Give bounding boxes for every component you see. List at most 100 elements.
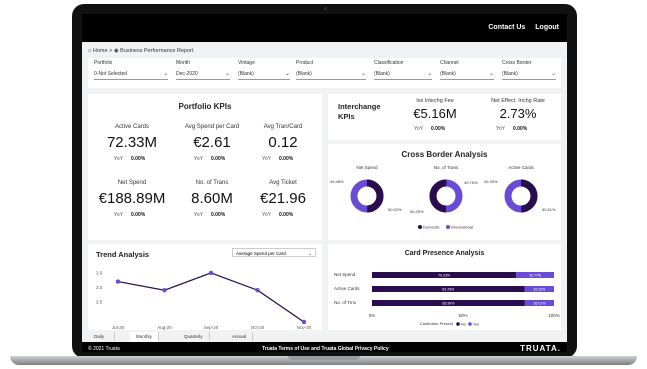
chevron-down-icon: ⌄ [224, 71, 230, 77]
filter-value: 0-Not Selected [94, 71, 128, 77]
logout-link[interactable]: Logout [535, 24, 559, 31]
filter-value: (Blank) [238, 71, 254, 77]
yoy-value: 0.00% [211, 212, 226, 218]
filter-product[interactable]: Product (Blank) ⌄ [296, 60, 366, 80]
donut-right-pct: 50.61% [542, 207, 556, 212]
donut-left-pct: 49.48% [330, 179, 344, 184]
bar-data-label: 83.78% [442, 287, 454, 291]
cross-border-donuts: Net Spend 49.48% 50.52% No. of Trans 50.… [330, 165, 556, 230]
footer-links[interactable]: Truata Terms of Use and Truata Global Pr… [262, 346, 389, 352]
filter-value: (Blank) [296, 71, 312, 77]
yoy-label: YoY [262, 212, 271, 218]
truata-logo: TRUATA. [520, 344, 561, 352]
home-icon[interactable]: ⌂ [88, 48, 91, 54]
trend-series-line [117, 272, 305, 323]
yoy-value: 0.00% [131, 156, 146, 162]
trend-analysis-card: Trend Analysis Average Spend per Card ⌄ … [88, 244, 322, 330]
report-icon: ◉ [113, 48, 119, 54]
kpi-label: Net Effect. Inchg Rate [491, 98, 545, 104]
x-tick-label: 100% [548, 313, 560, 318]
portfolio-kpis-card: Portfolio KPIs Active Cards 72.33M YoY 0.… [88, 94, 322, 240]
donut-left-pct: 50.25% [410, 209, 424, 214]
bar-data-label: 79.23% [438, 273, 450, 277]
breadcrumb-home[interactable]: Home [93, 48, 108, 54]
y-tick-label: 2.5 [96, 299, 103, 304]
yoy-label: YoY [262, 156, 271, 162]
donut-right-pct: 49.75% [464, 180, 478, 185]
trend-point [162, 288, 167, 293]
app-screen: Contact Us Logout ⌂ Home > ◉ Business Pe… [82, 14, 567, 352]
tab-daily-report[interactable]: Daily Report [88, 332, 115, 348]
bar-data-label: 16.01% [533, 301, 545, 305]
filter-value: Dec-2020 [176, 71, 198, 77]
breadcrumb-separator: > [109, 48, 113, 54]
kpi-value: €188.89M [98, 190, 166, 207]
bar-data-label: 83.99% [442, 301, 454, 305]
laptop-notch [288, 356, 360, 360]
kpi-yoy: YoY 0.00% [194, 156, 225, 162]
x-tick-label: Sep-20 [204, 325, 219, 330]
chevron-down-icon: ⌄ [162, 71, 168, 77]
contact-us-link[interactable]: Contact Us [488, 24, 525, 31]
donut-label: Active Cards [508, 165, 534, 170]
donut-label: Net Spend [356, 165, 378, 170]
chevron-down-icon: ⌄ [488, 71, 494, 77]
yoy-value: 0.00% [211, 156, 226, 162]
camera-dot [324, 7, 327, 10]
bar-category-label: Active Cards [334, 286, 360, 291]
donut-legend: Domestic International [418, 225, 473, 230]
filter-label: Portfolio [94, 60, 113, 66]
card-presence-bar-chart: Net Spend 79.23% 20.77% Active Cards 83.78% 1… [334, 272, 560, 326]
filter-vintage[interactable]: Vintage (Blank) ⌄ [238, 60, 290, 80]
tab-monthly-report[interactable]: Monthly Report [130, 332, 159, 348]
trend-point [208, 270, 214, 276]
interchange-kpis-card: Interchange KPIs Iss Intechg Fee €5.16M … [328, 94, 561, 140]
breadcrumb: ⌂ Home > ◉ Business Performance Report [88, 48, 194, 54]
kpi-label: Avg Tran/Card [263, 124, 303, 130]
chevron-down-icon: ⌄ [284, 71, 290, 77]
yoy-value: 0.00% [431, 126, 446, 132]
kpi-value: €21.96 [260, 190, 306, 207]
filter-cross-border[interactable]: Cross Border (Blank) ⌄ [502, 60, 556, 80]
filter-classification[interactable]: Classification (Blank) ⌄ [374, 60, 432, 80]
legend-label: Domestic [423, 225, 440, 230]
filter-label: Product [296, 60, 314, 66]
yoy-label: YoY [114, 212, 123, 218]
donut-net-spend: Net Spend 49.48% 50.52% [330, 165, 402, 213]
kpi-yoy: YoY 0.00% [194, 212, 225, 218]
donut-left-pct: 49.39% [484, 179, 498, 184]
bar-category-label: Net Spend [334, 272, 356, 277]
chevron-down-icon: ⌄ [550, 71, 556, 77]
legend-label: No [461, 322, 466, 326]
x-tick-label: Nov-20 [297, 325, 312, 330]
donut-no-of-trans: No. of Trans 50.25% 49.75% [410, 165, 478, 214]
x-tick-label: Jul-20 [112, 325, 125, 330]
filter-value: (Blank) [440, 71, 456, 77]
filter-value: (Blank) [374, 71, 390, 77]
laptop-frame: Contact Us Logout ⌂ Home > ◉ Business Pe… [0, 0, 647, 369]
footer: © 2021 Truata Truata Terms of Use and Tr… [82, 342, 567, 352]
filter-channel[interactable]: Channel (Blank) ⌄ [440, 60, 494, 80]
kpi-value: €2.61 [193, 134, 231, 151]
donut-right-pct: 50.52% [388, 207, 402, 212]
kpi-value: 0.12 [268, 134, 298, 151]
filter-month[interactable]: Month Dec-2020 ⌄ [176, 60, 230, 80]
legend-dot-domestic [418, 225, 422, 229]
chevron-down-icon: ⌄ [426, 71, 432, 77]
x-tick-label: 50% [458, 313, 467, 318]
filter-portfolio[interactable]: Portfolio 0-Not Selected ⌄ [94, 60, 168, 80]
card-title: Interchange KPIs [338, 102, 381, 122]
kpi-value: 72.33M [106, 134, 158, 151]
y-tick-label: 3.5 [96, 270, 103, 275]
filter-bar: Portfolio 0-Not Selected ⌄ Month Dec-2020… [88, 58, 561, 88]
bar-data-label: 20.77% [529, 273, 541, 277]
chevron-down-icon: ⌄ [360, 71, 366, 77]
title-line: Interchange [338, 102, 381, 111]
kpi-value: 8.60M [191, 190, 233, 207]
tab-annual-report[interactable]: Annual Report [226, 332, 254, 348]
footer-copyright: © 2021 Truata [88, 346, 120, 352]
bar-category-label: No. of Trns [334, 300, 357, 305]
trend-point [255, 288, 260, 293]
tab-quarterly-report[interactable]: Quarterly Report [178, 332, 210, 348]
yoy-label: YoY [496, 126, 505, 132]
